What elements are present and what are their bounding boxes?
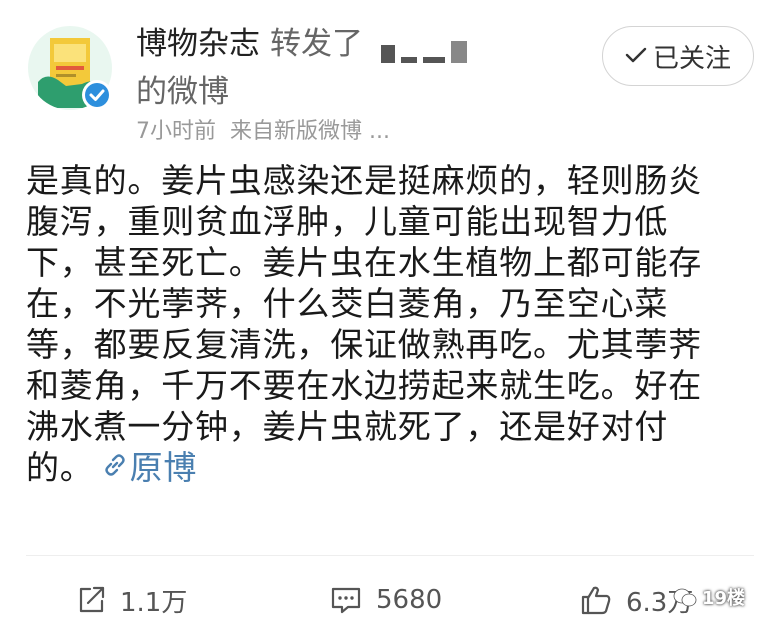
post-text: 是真的。姜片虫感染还是挺麻烦的，轻则肠炎 腹泻，重则贫血浮肿，儿童可能出现智力低… (26, 160, 754, 490)
post-meta: 7小时前 来自新版微博 ... (136, 118, 390, 146)
action-bar: 1.1万 5680 6.3万 (0, 572, 780, 628)
original-post-link[interactable]: 原博 (102, 448, 198, 487)
post-line: 和菱角，千万不要在水边捞起来就生吃。好在 (26, 366, 702, 405)
repost-header: 博物杂志 转发了 (136, 24, 473, 66)
post-line: 等，都要反复清洗，保证做熟再吃。尤其荸荠 (26, 325, 702, 364)
post-line: 腹泻，重则贫血浮肿，儿童可能出现智力低 (26, 202, 669, 241)
user-name[interactable]: 博物杂志 (136, 26, 260, 62)
post-time: 7小时前 (136, 119, 216, 144)
watermark: 19楼 (672, 584, 745, 610)
link-icon (102, 446, 128, 487)
original-post-label: 原博 (129, 448, 198, 487)
verified-badge (82, 80, 112, 110)
post-line: 是真的。姜片虫感染还是挺麻烦的，轻则肠炎 (26, 161, 702, 200)
share-button[interactable]: 1.1万 (76, 578, 187, 622)
watermark-logo-icon (673, 588, 697, 607)
post-line-last: 的。 原博 (26, 447, 754, 490)
follow-label: 已关注 (652, 43, 731, 74)
post-line: 沸水煮一分钟，姜片虫就死了，还是好对付 (26, 407, 669, 446)
share-count: 1.1万 (120, 587, 188, 618)
post-line: 下，甚至死亡。姜片虫在水生植物上都可能存 (26, 243, 702, 282)
divider (26, 555, 754, 556)
comment-count: 5680 (376, 585, 443, 615)
comment-button[interactable]: 5680 (330, 578, 442, 622)
check-icon (625, 41, 647, 71)
share-icon (79, 586, 105, 613)
verified-check-icon (85, 83, 109, 107)
repost-suffix: 的微博 (136, 74, 229, 110)
follow-button[interactable]: 已关注 (602, 26, 754, 86)
post-source: 来自新版微博 ... (230, 119, 390, 144)
post-last-text: 的。 (26, 448, 94, 487)
post-line: 在，不光荸荠，什么茭白菱角，乃至空心菜 (26, 284, 669, 323)
thumbs-up-icon (581, 586, 611, 615)
watermark-label: 19楼 (702, 588, 746, 609)
repost-text: 转发了 (270, 26, 363, 62)
comment-icon (331, 587, 361, 614)
masked-username (381, 23, 473, 63)
